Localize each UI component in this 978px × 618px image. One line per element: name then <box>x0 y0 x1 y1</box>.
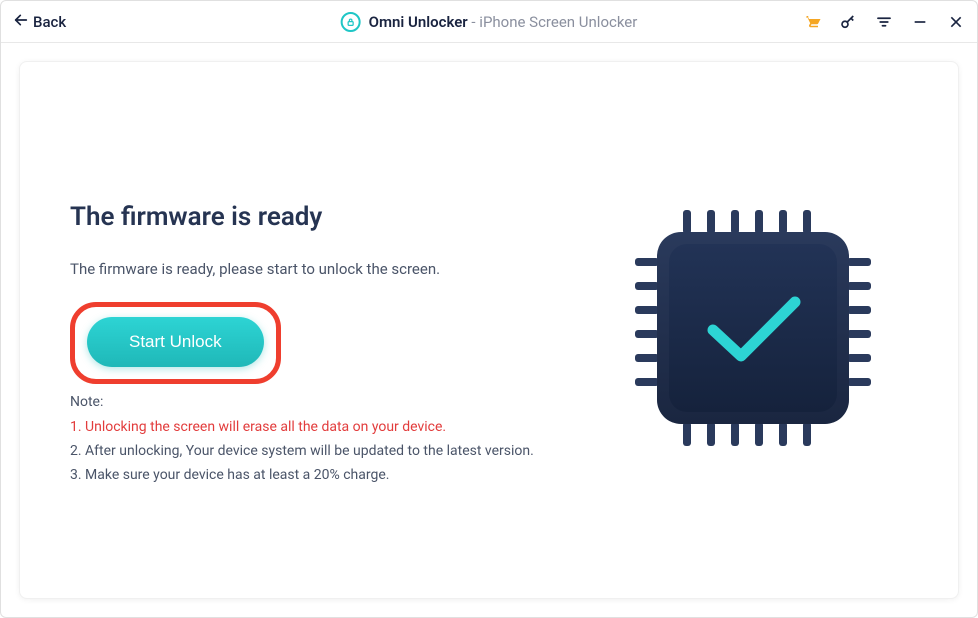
note-line-2: 2. After unlocking, Your device system w… <box>70 440 578 464</box>
note-line-1: 1. Unlocking the screen will erase all t… <box>70 416 578 440</box>
close-icon[interactable] <box>947 13 965 31</box>
highlight-annotation: Start Unlock <box>70 302 281 384</box>
start-unlock-button[interactable]: Start Unlock <box>87 317 264 367</box>
back-label: Back <box>33 13 66 31</box>
content-area: The firmware is ready The firmware is re… <box>1 43 977 617</box>
chip-check-icon <box>623 198 883 462</box>
back-button[interactable]: Back <box>13 12 66 32</box>
page-title: The firmware is ready <box>70 202 578 232</box>
right-column <box>598 102 908 558</box>
menu-lines-icon[interactable] <box>875 13 893 31</box>
window-title: Omni Unlocker - iPhone Screen Unlocker <box>341 12 638 32</box>
note-label: Note: <box>70 394 578 410</box>
key-icon[interactable] <box>839 13 857 31</box>
app-window: Back Omni Unlocker - iPhone Screen Unloc… <box>0 0 978 618</box>
minimize-icon[interactable] <box>911 13 929 31</box>
app-subtitle: - iPhone Screen Unlocker <box>468 13 638 31</box>
titlebar-actions <box>803 13 965 31</box>
left-column: The firmware is ready The firmware is re… <box>70 102 598 558</box>
cart-icon[interactable] <box>803 13 821 31</box>
main-card: The firmware is ready The firmware is re… <box>19 61 959 599</box>
lock-circle-icon <box>341 12 361 32</box>
back-arrow-icon <box>13 12 29 32</box>
titlebar: Back Omni Unlocker - iPhone Screen Unloc… <box>1 1 977 43</box>
page-subtext: The firmware is ready, please start to u… <box>70 260 578 278</box>
note-line-3: 3. Make sure your device has at least a … <box>70 464 578 488</box>
app-name: Omni Unlocker <box>369 13 468 31</box>
